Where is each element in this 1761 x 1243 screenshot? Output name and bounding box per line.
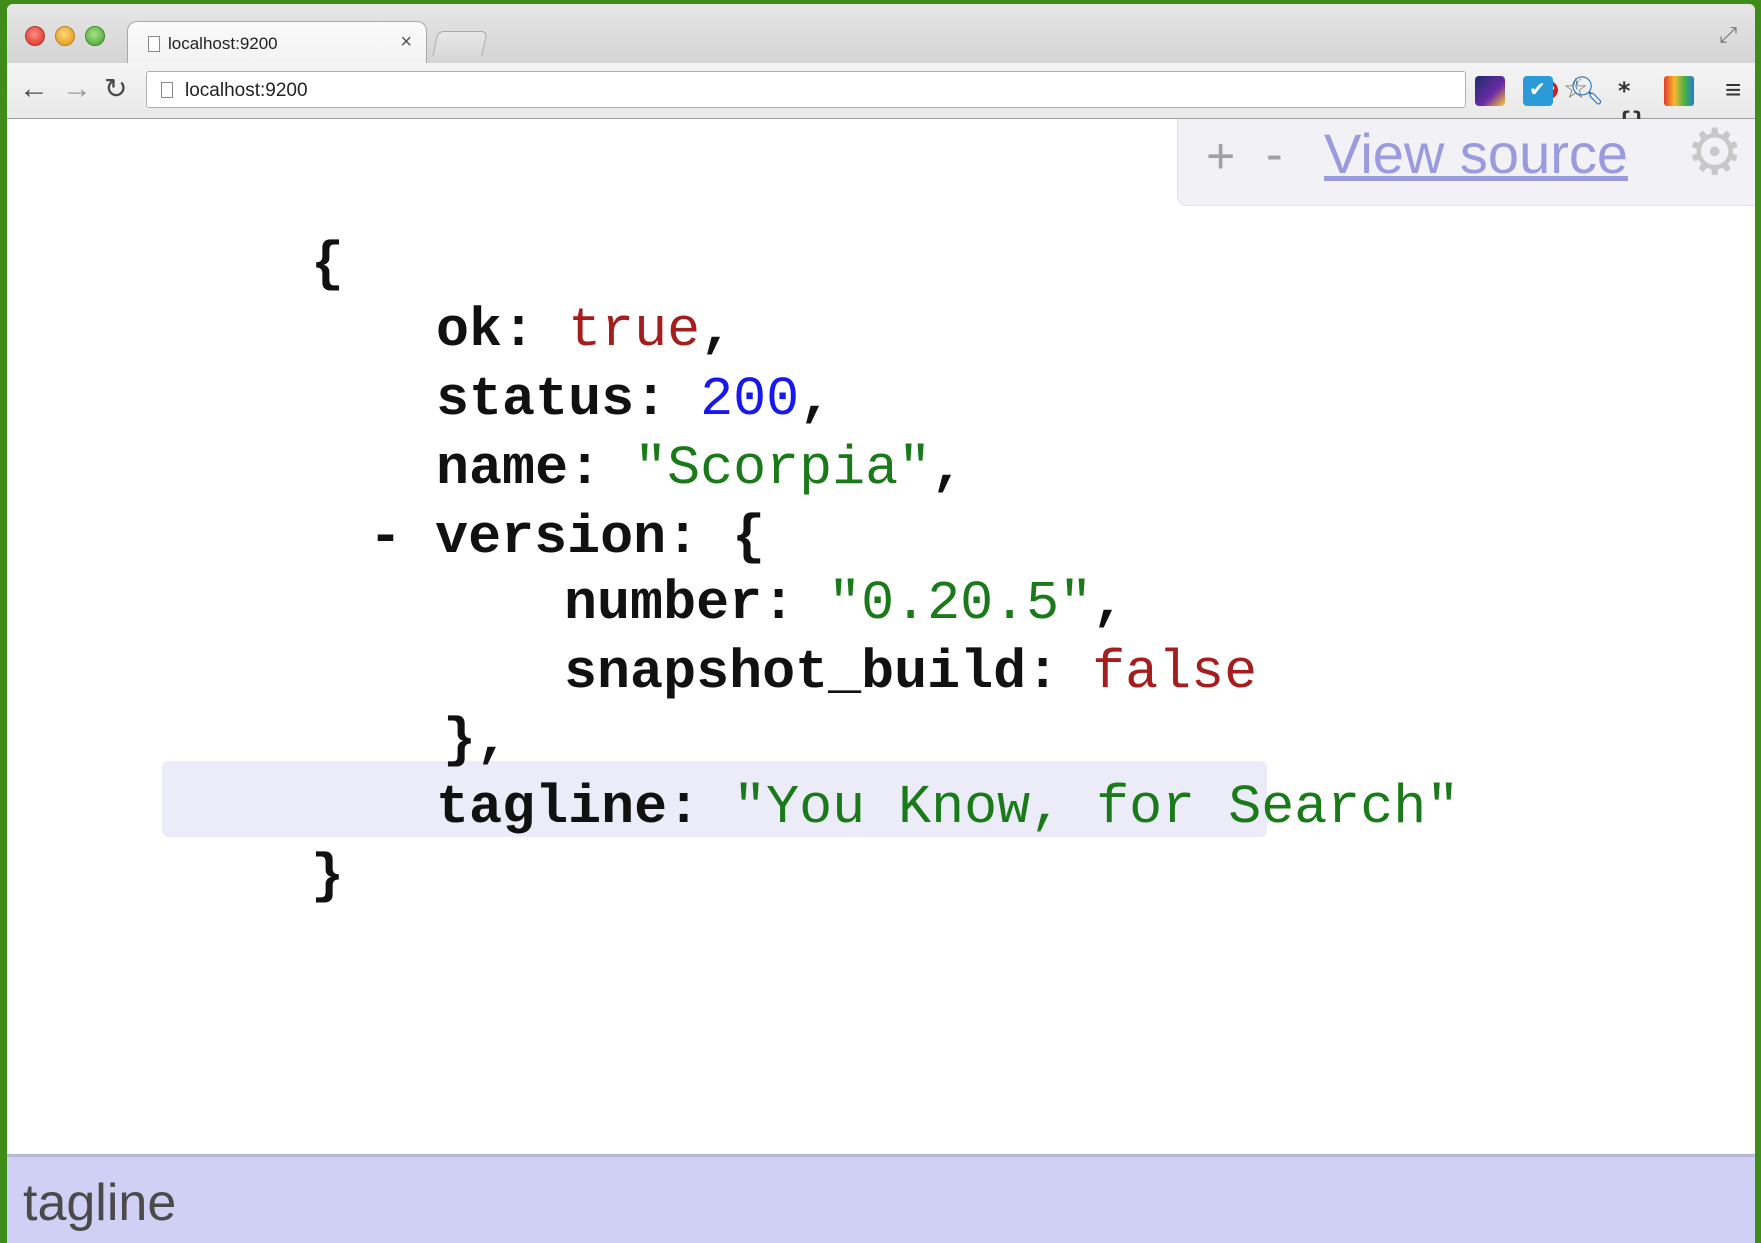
window-close-button[interactable] (25, 26, 45, 46)
page-icon (161, 82, 173, 98)
color-extension-icon[interactable] (1664, 76, 1694, 106)
json-extension-icon[interactable]: *{} (1617, 76, 1647, 135)
json-value: "You Know, for Search" (733, 776, 1460, 839)
window-zoom-button[interactable] (85, 26, 105, 46)
expand-all-button[interactable]: + (1206, 131, 1235, 181)
address-url[interactable]: localhost:9200 (185, 80, 308, 102)
page-icon (148, 36, 160, 52)
browser-window: localhost:9200 × ⤢ ← → ↻ localhost:9200 … (7, 4, 1755, 1243)
search-extension-icon[interactable]: 🔍︎ (1569, 76, 1605, 106)
forward-arrow-icon[interactable]: → (62, 71, 92, 107)
menu-icon[interactable]: ≡ (1725, 73, 1741, 107)
browser-toolbar: ← → ↻ localhost:9200 ABP ☆ 🔍︎ *{} ≡ (7, 63, 1755, 135)
address-bar[interactable]: localhost:9200 ABP ☆ (146, 71, 1588, 108)
reload-icon[interactable]: ↻ (104, 71, 127, 107)
back-arrow-icon[interactable]: ← (19, 71, 49, 107)
view-source-link[interactable]: View source (1324, 121, 1628, 187)
new-tab-button[interactable] (432, 31, 488, 56)
window-minimize-button[interactable] (55, 26, 75, 46)
json-close-brace: } (47, 761, 344, 992)
json-row-tagline[interactable]: tagline: "You Know, for Search" (172, 692, 1459, 923)
fullscreen-icon[interactable]: ⤢ (1719, 22, 1737, 48)
browser-tab[interactable]: localhost:9200 × (127, 21, 427, 64)
checkmark-extension-icon[interactable] (1523, 76, 1553, 106)
json-viewer-toolbar: + - View source ⚙ (1177, 119, 1755, 206)
gear-icon[interactable]: ⚙ (1686, 119, 1743, 185)
collapse-all-button[interactable]: - (1266, 129, 1283, 179)
close-brace: } (311, 845, 345, 908)
status-path: tagline (23, 1174, 177, 1232)
json-key: tagline: (436, 776, 701, 839)
title-bar: localhost:9200 × ⤢ (7, 4, 1755, 64)
page-content: + - View source ⚙ { ok: true, status: 20… (7, 119, 1755, 1154)
tab-title: localhost:9200 (168, 34, 278, 53)
status-bar: tagline (7, 1154, 1755, 1243)
tab-close-icon[interactable]: × (400, 31, 412, 54)
extension-icon[interactable] (1475, 76, 1505, 106)
